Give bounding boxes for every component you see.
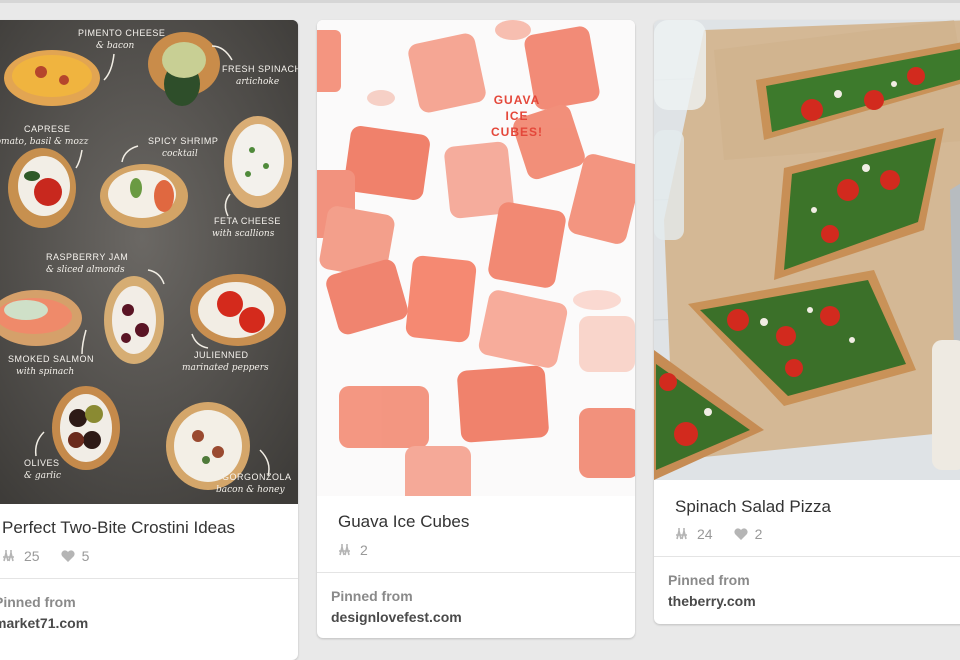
chalk-label: SMOKED SALMON [8, 354, 94, 364]
repin-icon[interactable] [675, 527, 691, 541]
pinned-from-label: Pinned from [668, 572, 750, 588]
chalk-label: GORGONZOLA [222, 472, 292, 482]
chalk-label: with spinach [16, 367, 74, 377]
pin-image-spinach[interactable] [654, 20, 960, 480]
top-divider [0, 0, 960, 3]
image-text: GUAVA [494, 93, 541, 107]
pinned-from-source[interactable]: designlovefest.com [331, 609, 462, 625]
chalk-label: artichoke [236, 77, 279, 87]
repin-icon[interactable] [338, 543, 354, 557]
pinned-from-source[interactable]: theberry.com [668, 593, 756, 609]
like-count: 2 [754, 526, 763, 542]
repin-count: 24 [697, 526, 713, 542]
chalk-label: cocktail [162, 149, 198, 159]
pin-title[interactable]: Guava Ice Cubes [338, 512, 469, 532]
repin-count: 25 [24, 548, 40, 564]
pinned-from-source[interactable]: market71.com [0, 615, 88, 631]
chalk-label: & sliced almonds [46, 265, 125, 275]
divider [654, 556, 960, 557]
chalk-label: FETA CHEESE [214, 216, 281, 226]
chalk-label: OLIVES [24, 458, 60, 468]
chalk-label: & bacon [96, 41, 134, 51]
pin-title[interactable]: Perfect Two-Bite Crostini Ideas [2, 518, 235, 538]
pin-title[interactable]: Spinach Salad Pizza [675, 497, 831, 517]
heart-icon[interactable] [733, 527, 749, 541]
pin-card-guava[interactable]: GUAVA ICE CUBES! Guava Ice Cubes 2 Pinne… [317, 20, 635, 638]
chalk-label: CAPRESE [24, 124, 71, 134]
chalk-label: & garlic [24, 471, 61, 481]
pin-stats: 2 [338, 542, 382, 558]
pin-stats: 25 5 [2, 548, 103, 564]
heart-icon[interactable] [60, 549, 76, 563]
chalk-label: FRESH SPINACH [222, 64, 298, 74]
pin-image-crostini[interactable]: PIMENTO CHEESE & bacon FRESH SPINACH art… [0, 20, 298, 504]
divider [317, 572, 635, 573]
pinned-from-label: Pinned from [0, 594, 76, 610]
image-text: ICE [505, 109, 528, 123]
chalk-label: SPICY SHRIMP [148, 136, 218, 146]
chalk-label: tomato, basil & mozz [0, 137, 89, 147]
chalk-label: bacon & honey [216, 485, 285, 495]
pin-card-crostini[interactable]: PIMENTO CHEESE & bacon FRESH SPINACH art… [0, 20, 298, 660]
like-count: 5 [81, 548, 90, 564]
pin-stats: 24 2 [675, 526, 776, 542]
chalk-label: PIMENTO CHEESE [78, 28, 165, 38]
pin-card-spinach[interactable]: Spinach Salad Pizza 24 2 Pinned from the… [654, 20, 960, 624]
divider [0, 578, 298, 579]
repin-icon[interactable] [2, 549, 18, 563]
chalk-label: marinated peppers [182, 363, 269, 373]
chalk-label: with scallions [212, 229, 275, 239]
pin-image-guava[interactable]: GUAVA ICE CUBES! [317, 20, 635, 496]
chalk-label: JULIENNED [194, 350, 249, 360]
image-text: CUBES! [491, 125, 543, 139]
chalk-label: RASPBERRY JAM [46, 252, 128, 262]
repin-count: 2 [360, 542, 368, 558]
pinned-from-label: Pinned from [331, 588, 413, 604]
